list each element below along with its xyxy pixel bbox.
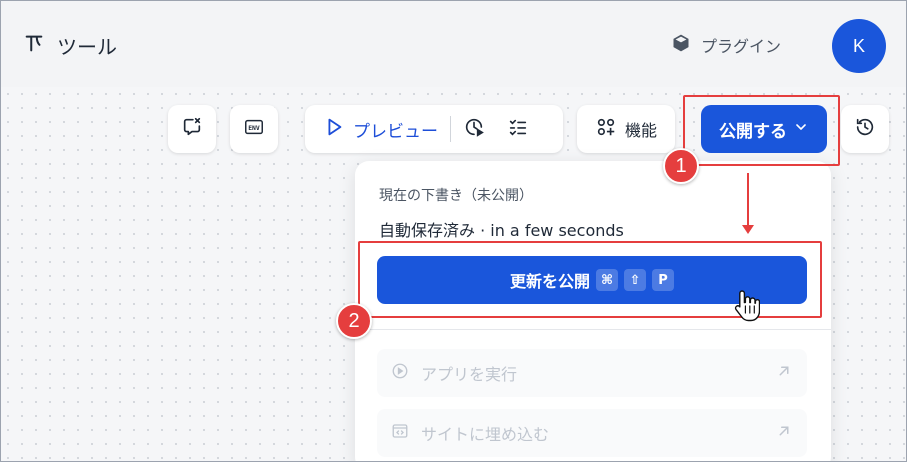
embed-icon (391, 422, 409, 444)
step-badge-1: 1 (663, 148, 699, 184)
env-button[interactable]: ENV (230, 105, 278, 153)
plugin-button[interactable]: プラグイン (671, 33, 781, 57)
history-button[interactable] (841, 105, 889, 153)
history-icon (854, 116, 876, 142)
cube-icon (671, 33, 691, 57)
app-title: ツール (23, 31, 117, 60)
app-title-text: ツール (57, 35, 117, 59)
preview-label: プレビュー (353, 121, 438, 142)
run-app-label: アプリを実行 (421, 365, 518, 384)
comment-x-button[interactable] (168, 105, 216, 153)
features-label: 機能 (624, 121, 657, 140)
dropdown-divider (355, 329, 831, 330)
avatar[interactable]: K (832, 19, 886, 73)
env-icon: ENV (243, 116, 265, 142)
annotation-arrow-head (742, 225, 754, 234)
features-icon (595, 116, 617, 142)
draft-status: 現在の下書き（未公開） (379, 188, 533, 204)
autosave-status: 自動保存済み · in a few seconds (379, 221, 624, 240)
checklist-icon (507, 116, 529, 142)
clock-play-icon (463, 116, 485, 142)
comment-x-icon (181, 116, 203, 142)
top-bar: ツール プラグイン K (1, 1, 906, 87)
step-badge-2: 2 (336, 303, 372, 339)
plugin-label: プラグイン (701, 37, 782, 56)
embed-site-label: サイトに埋め込む (421, 425, 550, 444)
preview-group: プレビュー (305, 105, 563, 153)
svg-text:ENV: ENV (248, 124, 260, 132)
embed-site-item[interactable]: サイトに埋め込む (377, 409, 807, 457)
checklist-button[interactable] (497, 116, 539, 142)
app-window: ツール プラグイン K ENV プレビュー 機能 公開する 現在の下書き（未公開… (0, 0, 907, 462)
play-circle-icon (391, 362, 409, 384)
preview-button[interactable]: プレビュー (305, 116, 450, 143)
hand-cursor-icon (734, 289, 761, 327)
run-app-item[interactable]: アプリを実行 (377, 349, 807, 397)
annotation-arrow (747, 173, 749, 229)
features-button[interactable]: 機能 (577, 105, 675, 153)
play-icon (323, 116, 345, 143)
tool-logo-icon (23, 32, 45, 59)
external-arrow-icon (775, 422, 793, 444)
annotation-box-publish (683, 95, 840, 166)
external-arrow-icon (775, 362, 793, 384)
debug-run-button[interactable] (451, 116, 497, 142)
